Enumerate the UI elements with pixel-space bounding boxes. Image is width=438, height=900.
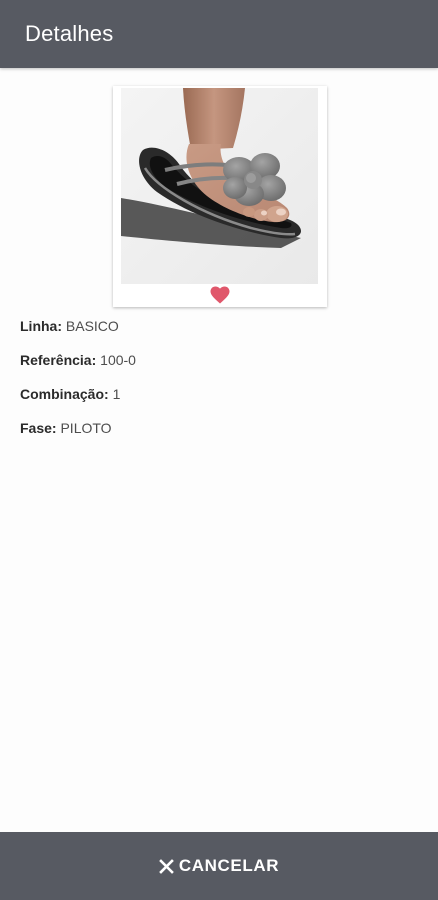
detail-label: Referência: [20, 352, 97, 368]
detail-value: 1 [112, 386, 121, 402]
heart-icon[interactable] [210, 286, 230, 304]
product-photo-card[interactable] [113, 86, 327, 307]
detail-label: Linha: [20, 318, 62, 334]
detail-row-linha: Linha: BASICO [20, 318, 420, 352]
cancel-label: CANCELAR [178, 856, 280, 875]
detail-value: PILOTO [60, 420, 112, 436]
app-bar: Detalhes [0, 0, 438, 68]
close-icon [159, 858, 174, 874]
cancel-button[interactable]: CANCELAR [149, 850, 289, 882]
bottom-bar: CANCELAR [0, 832, 438, 900]
detail-row-combinacao: Combinação: 1 [20, 386, 420, 420]
detail-label: Fase: [20, 420, 57, 436]
detail-row-fase: Fase: PILOTO [20, 420, 420, 454]
page-title: Detalhes [25, 21, 114, 46]
details-screen: Detalhes Linha: BASICO Referência: 100-0… [0, 0, 438, 900]
detail-label: Combinação: [20, 386, 109, 402]
product-image [121, 88, 318, 284]
detail-row-referencia: Referência: 100-0 [20, 352, 420, 386]
detail-value: BASICO [65, 318, 119, 334]
product-details: Linha: BASICO Referência: 100-0 Combinaç… [20, 318, 420, 454]
detail-value: 100-0 [100, 352, 136, 368]
